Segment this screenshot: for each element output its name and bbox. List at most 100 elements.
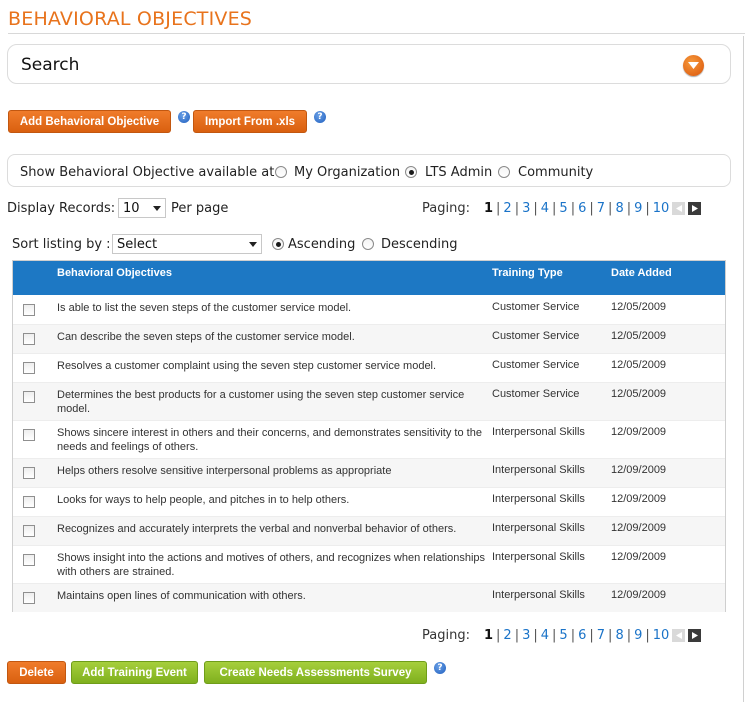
page-edge-divider bbox=[743, 36, 744, 702]
prev-page-icon[interactable] bbox=[672, 202, 686, 215]
add-behavioral-objective-button[interactable]: Add Behavioral Objective bbox=[8, 110, 171, 133]
help-icon[interactable]: ? bbox=[314, 111, 326, 123]
page-link-2[interactable]: 2 bbox=[503, 628, 511, 643]
row-objective: Helps others resolve sensitive interpers… bbox=[57, 465, 392, 477]
help-icon[interactable]: ? bbox=[434, 662, 446, 674]
column-header-training-type[interactable]: Training Type bbox=[492, 267, 563, 279]
prev-page-icon[interactable] bbox=[672, 629, 686, 642]
row-training-type: Customer Service bbox=[492, 301, 580, 313]
radio-lts-admin-label[interactable]: LTS Admin bbox=[425, 165, 492, 180]
row-date-added: 12/09/2009 bbox=[611, 464, 667, 476]
radio-community[interactable] bbox=[498, 166, 510, 178]
chevron-down-icon[interactable] bbox=[683, 55, 704, 76]
row-training-type: Interpersonal Skills bbox=[492, 426, 585, 438]
table-row[interactable]: Recognizes and accurately interprets the… bbox=[13, 517, 725, 546]
row-checkbox[interactable] bbox=[23, 525, 35, 537]
page-link-3[interactable]: 3 bbox=[522, 628, 530, 643]
page-link-1[interactable]: 1 bbox=[484, 628, 493, 643]
page-link-5[interactable]: 5 bbox=[559, 628, 567, 643]
row-checkbox[interactable] bbox=[23, 592, 35, 604]
table-row[interactable]: Determines the best products for a custo… bbox=[13, 383, 725, 421]
next-page-icon[interactable] bbox=[688, 202, 702, 215]
row-checkbox[interactable] bbox=[23, 333, 35, 345]
page-link-10[interactable]: 10 bbox=[653, 628, 670, 643]
row-date-added: 12/09/2009 bbox=[611, 589, 667, 601]
page-link-6[interactable]: 6 bbox=[578, 628, 586, 643]
add-training-event-button[interactable]: Add Training Event bbox=[71, 661, 198, 684]
radio-descending-label[interactable]: Descending bbox=[381, 237, 458, 252]
table-row[interactable]: Can describe the seven steps of the cust… bbox=[13, 325, 725, 354]
chevron-down-icon bbox=[153, 206, 161, 211]
import-from-xls-button[interactable]: Import From .xls bbox=[193, 110, 307, 133]
page-link-10[interactable]: 10 bbox=[653, 201, 670, 216]
page-link-3[interactable]: 3 bbox=[522, 201, 530, 216]
search-panel[interactable]: Search bbox=[7, 44, 731, 84]
row-objective: Maintains open lines of communication wi… bbox=[57, 590, 306, 602]
row-objective: Shows insight into the actions and motiv… bbox=[57, 552, 486, 578]
radio-lts-admin[interactable] bbox=[405, 166, 417, 178]
table-row[interactable]: Looks for ways to help people, and pitch… bbox=[13, 488, 725, 517]
chevron-down-icon bbox=[249, 242, 257, 247]
help-icon[interactable]: ? bbox=[178, 111, 190, 123]
row-checkbox[interactable] bbox=[23, 429, 35, 441]
column-header-date-added[interactable]: Date Added bbox=[611, 267, 672, 279]
row-checkbox[interactable] bbox=[23, 304, 35, 316]
radio-ascending[interactable] bbox=[272, 238, 284, 250]
paging-label: Paging: bbox=[422, 201, 470, 216]
page-link-8[interactable]: 8 bbox=[615, 628, 623, 643]
availability-filter: Show Behavioral Objective available at M… bbox=[7, 154, 731, 187]
page-link-2[interactable]: 2 bbox=[503, 201, 511, 216]
row-objective: Looks for ways to help people, and pitch… bbox=[57, 494, 350, 506]
page-link-1[interactable]: 1 bbox=[484, 201, 493, 216]
column-header-objective[interactable]: Behavioral Objectives bbox=[57, 267, 172, 279]
radio-my-organization[interactable] bbox=[275, 166, 287, 178]
table-row[interactable]: Maintains open lines of communication wi… bbox=[13, 584, 725, 612]
table-row[interactable]: Shows insight into the actions and motiv… bbox=[13, 546, 725, 584]
page-title: BEHAVIORAL OBJECTIVES bbox=[8, 8, 253, 30]
page-link-7[interactable]: 7 bbox=[597, 201, 605, 216]
title-divider bbox=[8, 33, 745, 34]
row-checkbox[interactable] bbox=[23, 467, 35, 479]
row-objective: Can describe the seven steps of the cust… bbox=[57, 331, 355, 343]
page-link-5[interactable]: 5 bbox=[559, 201, 567, 216]
table-row[interactable]: Shows sincere interest in others and the… bbox=[13, 421, 725, 459]
row-training-type: Interpersonal Skills bbox=[492, 551, 585, 563]
page-link-4[interactable]: 4 bbox=[541, 201, 549, 216]
pagination-top: Paging: 1 | 2 | 3 | 4 | 5 | 6 | 7 | 8 | 9 | 10 bbox=[422, 201, 702, 216]
next-page-icon[interactable] bbox=[688, 629, 702, 642]
table-row[interactable]: Resolves a customer complaint using the … bbox=[13, 354, 725, 383]
create-needs-assessments-survey-button[interactable]: Create Needs Assessments Survey bbox=[204, 661, 427, 684]
row-date-added: 12/09/2009 bbox=[611, 522, 667, 534]
sort-select[interactable]: Select bbox=[112, 234, 262, 254]
radio-community-label[interactable]: Community bbox=[518, 165, 593, 180]
row-checkbox[interactable] bbox=[23, 496, 35, 508]
page-link-4[interactable]: 4 bbox=[541, 628, 549, 643]
row-training-type: Interpersonal Skills bbox=[492, 589, 585, 601]
row-checkbox[interactable] bbox=[23, 362, 35, 374]
objectives-table: Behavioral Objectives Training Type Date… bbox=[12, 260, 726, 612]
page-link-7[interactable]: 7 bbox=[597, 628, 605, 643]
row-objective: Resolves a customer complaint using the … bbox=[57, 360, 437, 372]
delete-button[interactable]: Delete bbox=[7, 661, 66, 684]
radio-my-organization-label[interactable]: My Organization bbox=[294, 165, 400, 180]
page-link-9[interactable]: 9 bbox=[634, 201, 642, 216]
radio-ascending-label[interactable]: Ascending bbox=[288, 237, 355, 252]
records-per-page-select[interactable]: 10 bbox=[118, 198, 166, 218]
row-checkbox[interactable] bbox=[23, 391, 35, 403]
page-link-9[interactable]: 9 bbox=[634, 628, 642, 643]
table-row[interactable]: Helps others resolve sensitive interpers… bbox=[13, 459, 725, 488]
row-objective: Shows sincere interest in others and the… bbox=[57, 427, 482, 453]
row-date-added: 12/05/2009 bbox=[611, 388, 667, 400]
availability-label: Show Behavioral Objective available at bbox=[20, 165, 275, 180]
row-training-type: Customer Service bbox=[492, 359, 580, 371]
radio-descending[interactable] bbox=[362, 238, 374, 250]
per-page-label: Per page bbox=[171, 201, 229, 216]
row-training-type: Customer Service bbox=[492, 388, 580, 400]
page-link-8[interactable]: 8 bbox=[615, 201, 623, 216]
table-row[interactable]: Is able to list the seven steps of the c… bbox=[13, 296, 725, 325]
page-link-6[interactable]: 6 bbox=[578, 201, 586, 216]
row-training-type: Interpersonal Skills bbox=[492, 493, 585, 505]
table-header: Behavioral Objectives Training Type Date… bbox=[13, 261, 725, 295]
pagination-bottom: Paging: 1 | 2 | 3 | 4 | 5 | 6 | 7 | 8 | 9 | 10 bbox=[422, 628, 702, 643]
row-checkbox[interactable] bbox=[23, 554, 35, 566]
